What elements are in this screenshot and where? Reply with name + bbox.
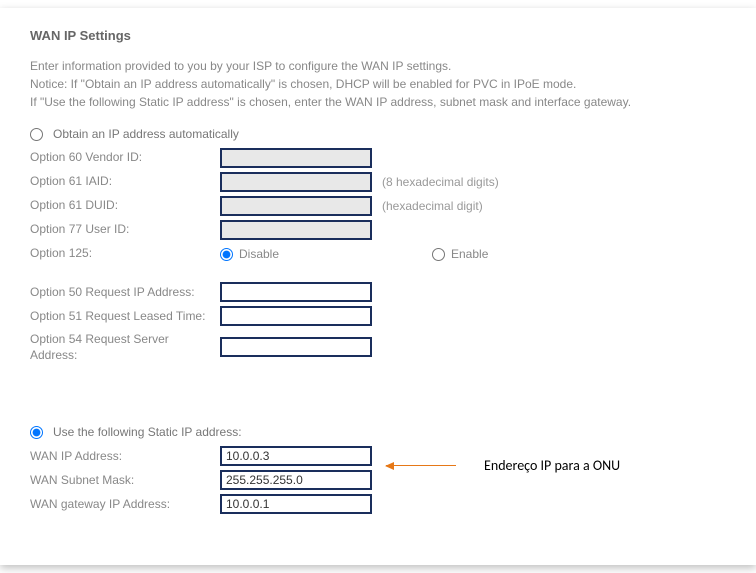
static-ip-section: Use the following Static IP address: WAN…	[30, 425, 726, 515]
opt61-duid-hint: (hexadecimal digit)	[382, 199, 483, 213]
opt54-label: Option 54 Request Server Address:	[30, 329, 220, 365]
opt60-input[interactable]	[220, 148, 372, 168]
opt61-iaid-hint: (8 hexadecimal digits)	[382, 175, 499, 189]
opt125-enable-label: Enable	[451, 247, 488, 261]
auto-ip-section: Obtain an IP address automatically Optio…	[30, 127, 726, 365]
opt51-input[interactable]	[220, 306, 372, 326]
opt51-label: Option 51 Request Leased Time:	[30, 306, 220, 326]
arrow-icon	[386, 465, 456, 466]
opt61-duid-input[interactable]	[220, 196, 372, 216]
intro-line-3: If "Use the following Static IP address"…	[30, 93, 726, 111]
annotation-arrow: Endereço IP para a ONU	[386, 457, 620, 474]
opt125-label: Option 125:	[30, 246, 220, 262]
opt125-disable-radio[interactable]	[220, 248, 233, 261]
opt77-label: Option 77 User ID:	[30, 222, 220, 238]
wan-subnet-input[interactable]	[220, 470, 372, 490]
opt50-label: Option 50 Request IP Address:	[30, 282, 220, 302]
annotation-text: Endereço IP para a ONU	[484, 457, 620, 474]
opt60-label: Option 60 Vendor ID:	[30, 150, 220, 166]
wan-gateway-input[interactable]	[220, 494, 372, 514]
opt50-input[interactable]	[220, 282, 372, 302]
wan-ip-input[interactable]	[220, 446, 372, 466]
wan-ip-label: WAN IP Address:	[30, 449, 220, 465]
intro-text: Enter information provided to you by you…	[30, 57, 726, 111]
opt54-input[interactable]	[220, 337, 372, 357]
opt61-iaid-input[interactable]	[220, 172, 372, 192]
intro-line-1: Enter information provided to you by you…	[30, 57, 726, 75]
opt61-iaid-label: Option 61 IAID:	[30, 174, 220, 190]
opt125-enable-radio[interactable]	[432, 248, 445, 261]
obtain-auto-radio[interactable]	[30, 128, 43, 141]
intro-line-2: Notice: If "Obtain an IP address automat…	[30, 75, 726, 93]
wan-gateway-label: WAN gateway IP Address:	[30, 497, 220, 513]
wan-subnet-label: WAN Subnet Mask:	[30, 473, 220, 489]
obtain-auto-label: Obtain an IP address automatically	[53, 127, 239, 141]
static-ip-label: Use the following Static IP address:	[53, 425, 242, 439]
opt125-disable-label: Disable	[239, 247, 279, 261]
opt77-input[interactable]	[220, 220, 372, 240]
page-title: WAN IP Settings	[30, 28, 726, 43]
opt61-duid-label: Option 61 DUID:	[30, 198, 220, 214]
static-ip-radio[interactable]	[30, 426, 43, 439]
